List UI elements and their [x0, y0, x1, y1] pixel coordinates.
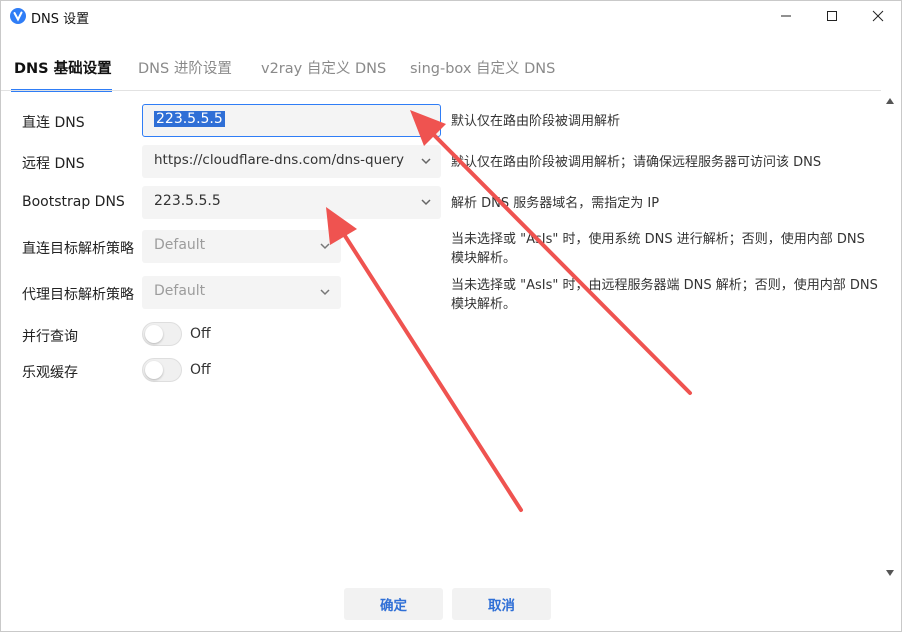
direct-strategy-hint: 当未选择或 "AsIs" 时，使用系统 DNS 进行解析；否则，使用内部 DNS… [451, 232, 865, 266]
ok-button[interactable]: 确定 [344, 588, 443, 620]
chevron-down-icon[interactable] [420, 197, 432, 207]
bootstrap-dns-hint: 解析 DNS 服务器域名，需指定为 IP [451, 196, 660, 211]
parallel-query-label: 并行查询 [22, 329, 78, 345]
optimistic-cache-state: Off [190, 362, 211, 378]
direct-dns-hint: 默认仅在路由阶段被调用解析 [451, 114, 621, 129]
bootstrap-dns-select[interactable]: 223.5.5.5 [142, 186, 441, 219]
remote-dns-hint: 默认仅在路由阶段被调用解析；请确保远程服务器可访问该 DNS [451, 155, 822, 170]
bootstrap-dns-value[interactable]: 223.5.5.5 [154, 193, 221, 209]
close-icon [872, 10, 884, 22]
direct-dns-select[interactable]: 223.5.5.5 [142, 104, 441, 137]
maximize-icon [827, 11, 837, 21]
tab-v2ray-custom-dns[interactable]: v2ray 自定义 DNS [261, 57, 386, 78]
scroll-down-icon[interactable] [884, 568, 896, 578]
proxy-strategy-label: 代理目标解析策略 [22, 287, 134, 303]
dns-settings-window: DNS 设置 DNS 基础设置 DNS 进阶设置 v2ray 自定义 DNS s… [0, 0, 902, 632]
chevron-down-icon[interactable] [420, 156, 432, 166]
maximize-button[interactable] [809, 1, 855, 31]
cancel-button[interactable]: 取消 [452, 588, 551, 620]
minimize-button[interactable] [763, 1, 809, 31]
remote-dns-label: 远程 DNS [22, 156, 85, 172]
parallel-query-toggle[interactable] [142, 322, 182, 346]
tab-singbox-custom-dns[interactable]: sing-box 自定义 DNS [410, 57, 555, 78]
direct-dns-value[interactable]: 223.5.5.5 [154, 111, 225, 127]
direct-strategy-value[interactable]: Default [154, 237, 205, 253]
tabs-divider [1, 90, 881, 91]
chevron-down-icon[interactable] [420, 116, 432, 126]
toggle-knob [145, 325, 163, 343]
tab-dns-advanced[interactable]: DNS 进阶设置 [138, 57, 232, 78]
chevron-down-icon[interactable] [319, 287, 331, 297]
tab-bar: DNS 基础设置 DNS 进阶设置 v2ray 自定义 DNS sing-box… [1, 45, 881, 92]
minimize-icon [781, 15, 791, 17]
remote-dns-value[interactable]: https://cloudflare-dns.com/dns-query [154, 152, 404, 168]
window-title: DNS 设置 [31, 12, 90, 27]
title-bar: DNS 设置 [1, 1, 901, 31]
parallel-query-state: Off [190, 326, 211, 342]
bootstrap-dns-label: Bootstrap DNS [22, 194, 125, 210]
remote-dns-select[interactable]: https://cloudflare-dns.com/dns-query [142, 145, 441, 178]
proxy-strategy-value[interactable]: Default [154, 283, 205, 299]
close-button[interactable] [855, 1, 901, 31]
direct-dns-label: 直连 DNS [22, 115, 85, 131]
toggle-knob [145, 361, 163, 379]
proxy-strategy-select[interactable]: Default [142, 276, 341, 309]
direct-strategy-label: 直连目标解析策略 [22, 241, 134, 257]
direct-strategy-select[interactable]: Default [142, 230, 341, 263]
proxy-strategy-hint: 当未选择或 "AsIs" 时，由远程服务器端 DNS 解析；否则，使用内部 DN… [451, 278, 878, 312]
optimistic-cache-label: 乐观缓存 [22, 365, 78, 381]
tab-dns-basic[interactable]: DNS 基础设置 [14, 57, 112, 78]
chevron-down-icon[interactable] [319, 241, 331, 251]
optimistic-cache-toggle[interactable] [142, 358, 182, 382]
scroll-up-icon[interactable] [884, 96, 896, 106]
v-logo-icon [10, 8, 26, 24]
